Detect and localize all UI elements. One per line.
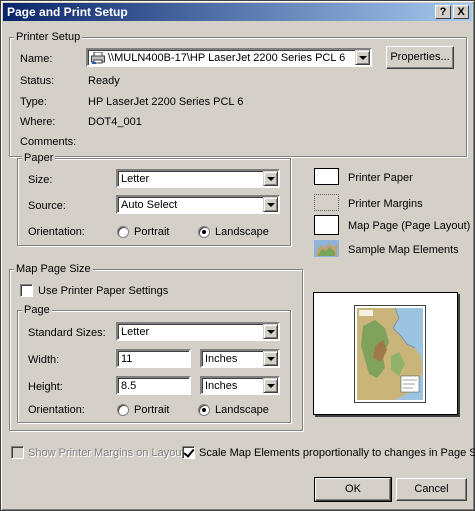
- show-printer-margins-label: Show Printer Margins on Layout: [28, 447, 185, 459]
- comments-label: Comments:: [20, 136, 77, 148]
- paper-label: Paper: [22, 151, 56, 165]
- page-print-setup-dialog: Page and Print Setup ? X Printer Setup N…: [0, 0, 475, 511]
- paper-source-select[interactable]: Auto Select: [116, 195, 280, 214]
- page-portrait-label: Portrait: [134, 404, 170, 416]
- title-bar[interactable]: Page and Print Setup ? X: [3, 3, 472, 21]
- paper-size-select[interactable]: Letter: [116, 169, 280, 188]
- name-label: Name:: [20, 53, 53, 65]
- dropdown-arrow-icon[interactable]: [355, 50, 370, 65]
- width-label: Width:: [28, 354, 60, 366]
- map-page-legend: Map Page (Page Layout): [348, 220, 471, 232]
- help-button[interactable]: ?: [435, 5, 451, 19]
- width-input[interactable]: 11: [116, 349, 191, 368]
- printer-paper-swatch: [314, 168, 339, 185]
- paper-size-value: Letter: [121, 173, 150, 185]
- printer-setup-group: Printer Setup Name: \\MULN400B-17\HP Las…: [9, 30, 467, 157]
- height-value: 8.5: [121, 380, 137, 392]
- status-value: Ready: [88, 75, 120, 87]
- paper-orientation-label: Orientation:: [28, 226, 85, 238]
- scale-map-elements-checkbox[interactable]: [182, 446, 195, 459]
- standard-sizes-label: Standard Sizes:: [28, 327, 106, 339]
- paper-landscape-label: Landscape: [215, 226, 269, 238]
- printer-name-value: \\MULN400B-17\HP LaserJet 2200 Series PC…: [108, 52, 346, 64]
- paper-size-label: Size:: [28, 174, 53, 186]
- dropdown-arrow-icon[interactable]: [263, 324, 278, 339]
- properties-button[interactable]: Properties...: [386, 46, 454, 69]
- show-printer-margins-checkbox[interactable]: [11, 446, 24, 459]
- dropdown-arrow-icon[interactable]: [263, 351, 278, 366]
- page-landscape-radio[interactable]: [198, 404, 210, 416]
- dialog-title: Page and Print Setup: [7, 5, 128, 19]
- paper-source-label: Source:: [28, 200, 66, 212]
- type-value: HP LaserJet 2200 Series PCL 6: [88, 96, 244, 108]
- page-landscape-label: Landscape: [215, 404, 269, 416]
- ok-button[interactable]: OK: [314, 477, 392, 502]
- paper-portrait-label: Portrait: [134, 226, 170, 238]
- close-button[interactable]: X: [453, 5, 469, 19]
- height-units-value: Inches: [205, 380, 238, 392]
- page-label: Page: [22, 303, 52, 317]
- paper-source-value: Auto Select: [121, 199, 178, 211]
- paper-portrait-radio[interactable]: [117, 226, 129, 238]
- map-page-size-label: Map Page Size: [14, 262, 93, 276]
- use-printer-paper-label: Use Printer Paper Settings: [38, 285, 169, 297]
- page-portrait-radio[interactable]: [117, 404, 129, 416]
- where-value: DOT4_001: [88, 116, 142, 128]
- printer-margins-swatch: [314, 194, 339, 211]
- width-units-value: Inches: [205, 353, 238, 365]
- page-group: Page Standard Sizes: Letter Width: 11 In…: [17, 303, 291, 423]
- dropdown-arrow-icon[interactable]: [263, 378, 278, 393]
- standard-sizes-select[interactable]: Letter: [116, 322, 280, 341]
- scale-map-elements-label: Scale Map Elements proportionally to cha…: [199, 447, 475, 459]
- dropdown-arrow-icon[interactable]: [263, 197, 278, 212]
- use-printer-paper-checkbox[interactable]: [20, 284, 33, 297]
- sample-map-preview: [354, 305, 426, 403]
- height-label: Height:: [28, 381, 63, 393]
- printer-setup-label: Printer Setup: [14, 30, 83, 44]
- page-orientation-label: Orientation:: [28, 404, 85, 416]
- printer-paper-legend: Printer Paper: [348, 172, 413, 184]
- width-units-select[interactable]: Inches: [200, 349, 280, 368]
- height-units-select[interactable]: Inches: [200, 376, 280, 395]
- page-preview: [313, 292, 458, 415]
- paper-landscape-radio[interactable]: [198, 226, 210, 238]
- paper-group: Paper Size: Letter Source: Auto Select O…: [17, 151, 291, 246]
- sample-map-legend: Sample Map Elements: [348, 244, 459, 256]
- status-label: Status:: [20, 75, 55, 87]
- printer-margins-legend: Printer Margins: [348, 198, 423, 210]
- map-page-swatch: [314, 215, 339, 235]
- where-label: Where:: [20, 116, 56, 128]
- sample-map-icon: [314, 240, 339, 257]
- standard-sizes-value: Letter: [121, 326, 150, 338]
- dropdown-arrow-icon[interactable]: [263, 171, 278, 186]
- type-label: Type:: [20, 96, 47, 108]
- printer-icon: [91, 51, 105, 64]
- width-value: 11: [121, 353, 133, 365]
- height-input[interactable]: 8.5: [116, 376, 191, 395]
- printer-name-select[interactable]: \\MULN400B-17\HP LaserJet 2200 Series PC…: [86, 48, 372, 67]
- cancel-button[interactable]: Cancel: [396, 478, 467, 501]
